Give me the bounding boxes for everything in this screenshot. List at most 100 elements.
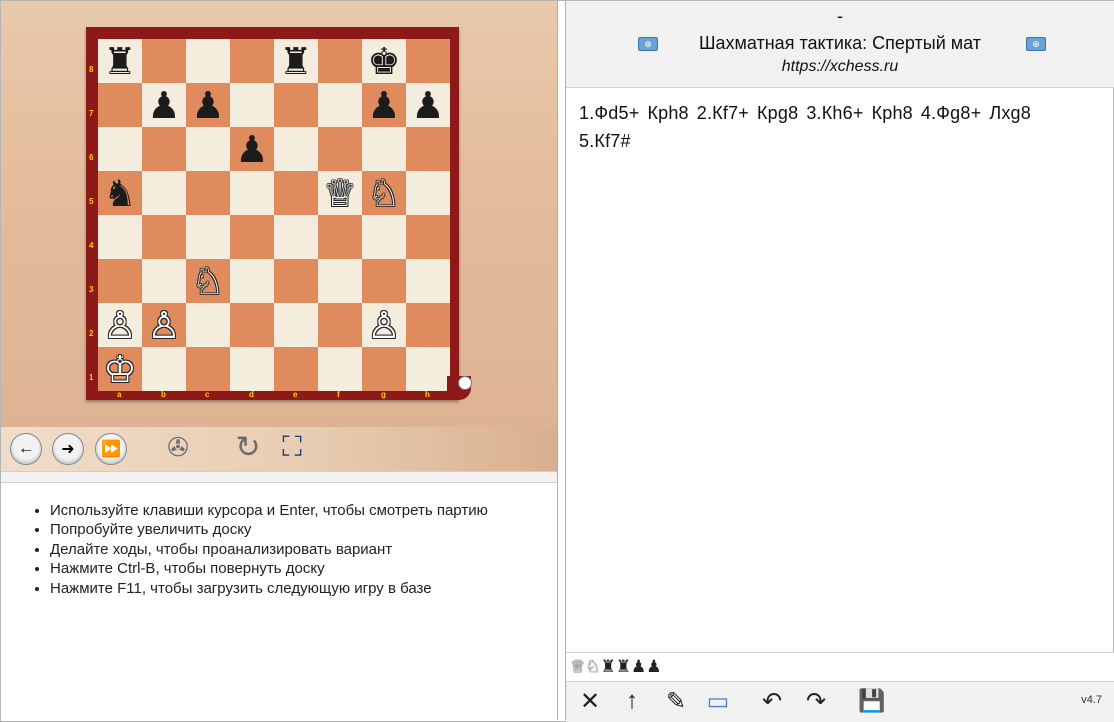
- black-pawn-icon[interactable]: ♟: [191, 87, 224, 124]
- move[interactable]: 5.Кf7#: [579, 131, 631, 151]
- square-f1[interactable]: [318, 347, 362, 391]
- square-e3[interactable]: [274, 259, 318, 303]
- square-h1[interactable]: [406, 347, 450, 391]
- square-c8[interactable]: [186, 39, 230, 83]
- square-b3[interactable]: [142, 259, 186, 303]
- square-a8[interactable]: ♜: [98, 39, 142, 83]
- square-f5[interactable]: ♕: [318, 171, 362, 215]
- square-e7[interactable]: [274, 83, 318, 127]
- square-f3[interactable]: [318, 259, 362, 303]
- save-button[interactable]: 💾: [856, 686, 888, 716]
- square-c2[interactable]: [186, 303, 230, 347]
- square-d7[interactable]: [230, 83, 274, 127]
- square-c6[interactable]: [186, 127, 230, 171]
- move[interactable]: 4.Фg8+: [921, 103, 981, 123]
- move[interactable]: Лxg8: [989, 103, 1031, 123]
- square-h2[interactable]: [406, 303, 450, 347]
- undo-button[interactable]: ↶: [758, 686, 786, 716]
- black-pawn-icon[interactable]: ♟: [235, 131, 268, 168]
- back-button[interactable]: ←: [10, 433, 42, 465]
- white-knight-icon[interactable]: ♘: [367, 175, 400, 212]
- next-game-icon[interactable]: ⊕: [1026, 37, 1046, 51]
- square-g2[interactable]: ♙: [362, 303, 406, 347]
- square-g8[interactable]: ♚: [362, 39, 406, 83]
- square-d8[interactable]: [230, 39, 274, 83]
- square-a6[interactable]: [98, 127, 142, 171]
- square-f4[interactable]: [318, 215, 362, 259]
- square-c5[interactable]: [186, 171, 230, 215]
- square-f8[interactable]: [318, 39, 362, 83]
- source-url[interactable]: https://xchess.ru: [566, 58, 1114, 76]
- white-pawn-icon[interactable]: ♙: [147, 307, 180, 344]
- delete-move-button[interactable]: ✕: [576, 686, 604, 716]
- square-f6[interactable]: [318, 127, 362, 171]
- white-king-icon[interactable]: ♔: [103, 351, 136, 388]
- move[interactable]: 2.Кf7+: [697, 103, 749, 123]
- erase-button[interactable]: ▭: [702, 686, 734, 716]
- square-g1[interactable]: [362, 347, 406, 391]
- square-d4[interactable]: [230, 215, 274, 259]
- square-b5[interactable]: [142, 171, 186, 215]
- square-c1[interactable]: [186, 347, 230, 391]
- square-e4[interactable]: [274, 215, 318, 259]
- move[interactable]: Крh8: [647, 103, 688, 123]
- square-c3[interactable]: ♘: [186, 259, 230, 303]
- square-f2[interactable]: [318, 303, 362, 347]
- square-e6[interactable]: [274, 127, 318, 171]
- square-b4[interactable]: [142, 215, 186, 259]
- square-h4[interactable]: [406, 215, 450, 259]
- white-pawn-icon[interactable]: ♙: [367, 307, 400, 344]
- square-b7[interactable]: ♟: [142, 83, 186, 127]
- black-knight-icon[interactable]: ♞: [103, 175, 136, 212]
- square-c4[interactable]: [186, 215, 230, 259]
- square-a2[interactable]: ♙: [98, 303, 142, 347]
- flip-board-button[interactable]: ↻: [233, 431, 263, 464]
- black-rook-icon[interactable]: ♜: [279, 43, 312, 80]
- square-h6[interactable]: [406, 127, 450, 171]
- promote-variation-button[interactable]: ↑: [618, 686, 646, 716]
- black-king-icon[interactable]: ♚: [367, 43, 400, 80]
- square-b6[interactable]: [142, 127, 186, 171]
- square-d5[interactable]: [230, 171, 274, 215]
- square-h8[interactable]: [406, 39, 450, 83]
- square-a4[interactable]: [98, 215, 142, 259]
- square-d1[interactable]: [230, 347, 274, 391]
- square-g3[interactable]: [362, 259, 406, 303]
- square-b8[interactable]: [142, 39, 186, 83]
- square-h7[interactable]: ♟: [406, 83, 450, 127]
- chess-board[interactable]: ♜ ♜ ♚ ♟ ♟ ♟ ♟ ♟ ♞ ♕ ♘ ♘ ♙ ♙ ♙ ♔: [98, 39, 450, 391]
- annotate-button[interactable]: ✎: [660, 686, 692, 716]
- square-a7[interactable]: [98, 83, 142, 127]
- square-e2[interactable]: [274, 303, 318, 347]
- square-e8[interactable]: ♜: [274, 39, 318, 83]
- engine-button[interactable]: ✇: [163, 432, 193, 462]
- square-h3[interactable]: [406, 259, 450, 303]
- black-pawn-icon[interactable]: ♟: [411, 87, 444, 124]
- redo-button[interactable]: ↷: [802, 686, 830, 716]
- square-d2[interactable]: [230, 303, 274, 347]
- square-a5[interactable]: ♞: [98, 171, 142, 215]
- square-b2[interactable]: ♙: [142, 303, 186, 347]
- square-a1[interactable]: ♔: [98, 347, 142, 391]
- square-g6[interactable]: [362, 127, 406, 171]
- square-h5[interactable]: [406, 171, 450, 215]
- square-g7[interactable]: ♟: [362, 83, 406, 127]
- black-rook-icon[interactable]: ♜: [103, 43, 136, 80]
- square-d3[interactable]: [230, 259, 274, 303]
- square-e5[interactable]: [274, 171, 318, 215]
- white-knight-icon[interactable]: ♘: [191, 263, 224, 300]
- black-pawn-icon[interactable]: ♟: [367, 87, 400, 124]
- white-pawn-icon[interactable]: ♙: [103, 307, 136, 344]
- end-button[interactable]: ⏩: [95, 433, 127, 465]
- square-e1[interactable]: [274, 347, 318, 391]
- move[interactable]: 3.Кh6+: [806, 103, 863, 123]
- square-b1[interactable]: [142, 347, 186, 391]
- square-d6[interactable]: ♟: [230, 127, 274, 171]
- square-c7[interactable]: ♟: [186, 83, 230, 127]
- forward-button[interactable]: ➜: [52, 433, 84, 465]
- white-queen-icon[interactable]: ♕: [323, 175, 356, 212]
- square-a3[interactable]: [98, 259, 142, 303]
- fullscreen-button[interactable]: ⛶: [277, 431, 307, 462]
- black-pawn-icon[interactable]: ♟: [147, 87, 180, 124]
- square-g5[interactable]: ♘: [362, 171, 406, 215]
